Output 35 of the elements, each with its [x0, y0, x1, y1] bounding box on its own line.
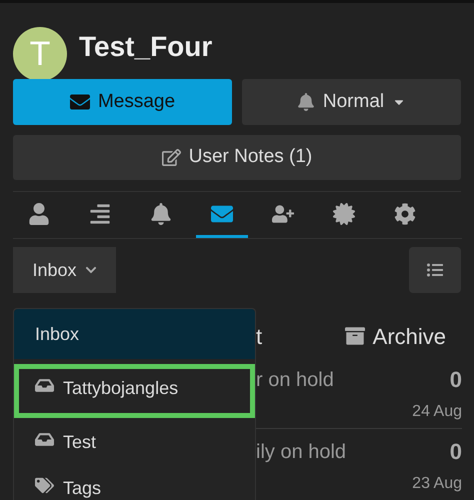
bell-icon	[296, 93, 315, 111]
bell-icon	[150, 202, 172, 224]
message-button[interactable]: Message	[13, 79, 232, 125]
menu-item[interactable]: Tags	[14, 464, 255, 500]
menu-header[interactable]: Inbox	[14, 309, 255, 359]
message-date: 23 Aug	[412, 474, 462, 494]
message-subject: r on hold	[256, 368, 334, 392]
tags-icon	[35, 476, 54, 495]
tray-icon	[35, 430, 54, 449]
message-row[interactable]: ily on hold 0 23 Aug	[256, 429, 462, 500]
message-subject: ily on hold	[256, 440, 346, 464]
avatar: T	[13, 27, 67, 81]
unread-count: 0	[450, 438, 462, 466]
unread-count: 0	[450, 366, 462, 394]
edit-icon	[162, 148, 181, 167]
notification-level-button[interactable]: Normal	[242, 79, 461, 125]
envelope-icon	[70, 92, 90, 112]
badge-icon	[333, 202, 355, 224]
list-icon	[427, 262, 443, 278]
list-view-button[interactable]	[409, 247, 461, 293]
message-date: 24 Aug	[412, 402, 462, 422]
archive-icon	[344, 326, 365, 346]
user-notes-button[interactable]: User Notes (1)	[13, 135, 461, 180]
tab-label[interactable]: t	[256, 320, 262, 352]
chevron-down-icon	[84, 264, 97, 276]
settings-icon	[394, 202, 416, 224]
menu-item[interactable]: Test	[14, 418, 255, 464]
person-icon	[28, 202, 50, 224]
add-person-icon	[272, 202, 294, 224]
folder-dropdown[interactable]: Inbox	[13, 247, 116, 293]
user-name: Test_Four	[79, 30, 212, 64]
menu-item[interactable]: Tattybojangles	[14, 364, 255, 418]
archive-tab[interactable]: Archive	[344, 320, 446, 352]
lines-icon	[89, 202, 111, 224]
tray-icon	[35, 376, 54, 395]
